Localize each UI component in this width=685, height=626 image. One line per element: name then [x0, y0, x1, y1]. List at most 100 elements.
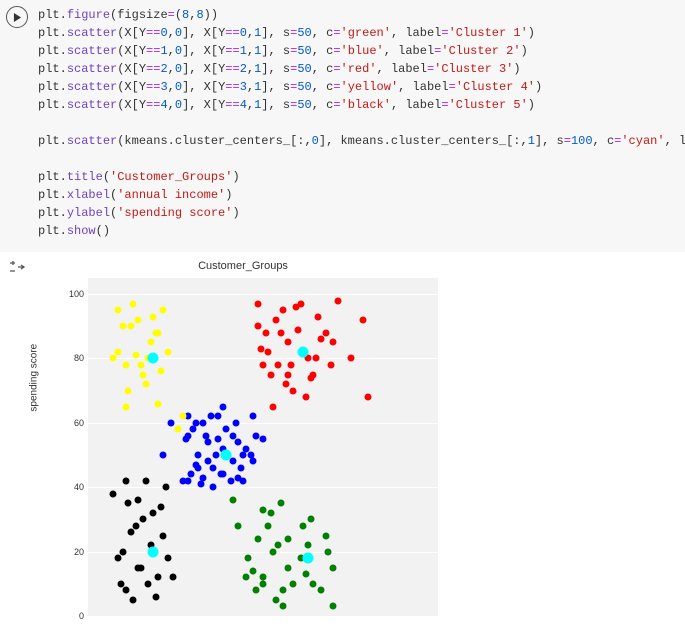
data-point — [307, 516, 314, 523]
data-point — [317, 336, 324, 343]
data-point — [285, 564, 292, 571]
data-point — [162, 484, 169, 491]
data-point — [165, 555, 172, 562]
data-point — [327, 361, 334, 368]
data-point — [242, 574, 249, 581]
data-point — [270, 548, 277, 555]
data-point — [260, 506, 267, 513]
data-point — [200, 474, 207, 481]
data-point — [312, 355, 319, 362]
data-point — [148, 546, 159, 557]
data-point — [272, 316, 279, 323]
data-point — [252, 432, 259, 439]
data-point — [132, 522, 139, 529]
data-point — [285, 339, 292, 346]
data-point — [212, 452, 219, 459]
data-point — [315, 313, 322, 320]
data-point — [155, 574, 162, 581]
data-point — [150, 313, 157, 320]
data-point — [135, 316, 142, 323]
data-point — [335, 297, 342, 304]
data-point — [285, 535, 292, 542]
data-point — [305, 542, 312, 549]
data-point — [303, 553, 314, 564]
data-point — [115, 349, 122, 356]
data-point — [127, 529, 134, 536]
run-button[interactable] — [6, 6, 28, 28]
data-point — [262, 329, 269, 336]
data-point — [157, 503, 164, 510]
data-point — [230, 458, 237, 465]
data-point — [180, 477, 187, 484]
data-point — [282, 381, 289, 388]
code-editor[interactable]: plt.figure(figsize=(8,8))plt.scatter(X[Y… — [38, 6, 685, 240]
data-point — [122, 477, 129, 484]
data-point — [290, 580, 297, 587]
data-point — [295, 326, 302, 333]
data-point — [142, 477, 149, 484]
data-point — [152, 329, 159, 336]
data-point — [190, 426, 197, 433]
data-point — [152, 593, 159, 600]
data-point — [250, 413, 257, 420]
play-icon — [13, 13, 22, 22]
data-point — [347, 355, 354, 362]
data-point — [220, 450, 231, 461]
data-point — [330, 339, 337, 346]
data-point — [257, 345, 264, 352]
data-point — [227, 477, 234, 484]
data-point — [132, 352, 139, 359]
data-point — [272, 596, 279, 603]
data-point — [205, 439, 212, 446]
ytick-label: 100 — [62, 289, 84, 299]
data-point — [265, 522, 272, 529]
data-point — [115, 555, 122, 562]
data-point — [122, 587, 129, 594]
data-point — [330, 603, 337, 610]
data-point — [148, 353, 159, 364]
data-point — [175, 426, 182, 433]
data-point — [250, 567, 257, 574]
data-point — [145, 580, 152, 587]
data-point — [310, 580, 317, 587]
chart-output: Customer_Groups spending score 020406080… — [38, 260, 448, 620]
output-indicator-icon — [6, 260, 28, 620]
data-point — [135, 497, 142, 504]
data-point — [230, 497, 237, 504]
data-point — [200, 419, 207, 426]
data-point — [167, 419, 174, 426]
data-point — [180, 413, 187, 420]
data-point — [250, 458, 257, 465]
data-point — [165, 349, 172, 356]
data-point — [125, 500, 132, 507]
chart-ylabel: spending score — [29, 344, 40, 412]
data-point — [235, 522, 242, 529]
data-point — [270, 403, 277, 410]
data-point — [122, 403, 129, 410]
data-point — [140, 516, 147, 523]
data-point — [260, 580, 267, 587]
data-point — [277, 500, 284, 507]
data-point — [322, 532, 329, 539]
data-point — [160, 452, 167, 459]
code-cell: plt.figure(figsize=(8,8))plt.scatter(X[Y… — [0, 0, 685, 252]
data-point — [267, 509, 274, 516]
data-point — [110, 490, 117, 497]
chart-title: Customer_Groups — [38, 260, 448, 272]
data-point — [195, 452, 202, 459]
data-point — [197, 481, 204, 488]
data-point — [155, 400, 162, 407]
data-point — [302, 571, 309, 578]
data-point — [127, 323, 134, 330]
data-point — [235, 439, 242, 446]
data-point — [192, 419, 199, 426]
data-point — [187, 471, 194, 478]
data-point — [207, 413, 214, 420]
data-point — [115, 307, 122, 314]
data-point — [220, 403, 227, 410]
data-point — [285, 371, 292, 378]
data-point — [120, 323, 127, 330]
data-point — [215, 435, 222, 442]
data-point — [260, 435, 267, 442]
output-cell: Customer_Groups spending score 020406080… — [0, 252, 685, 626]
